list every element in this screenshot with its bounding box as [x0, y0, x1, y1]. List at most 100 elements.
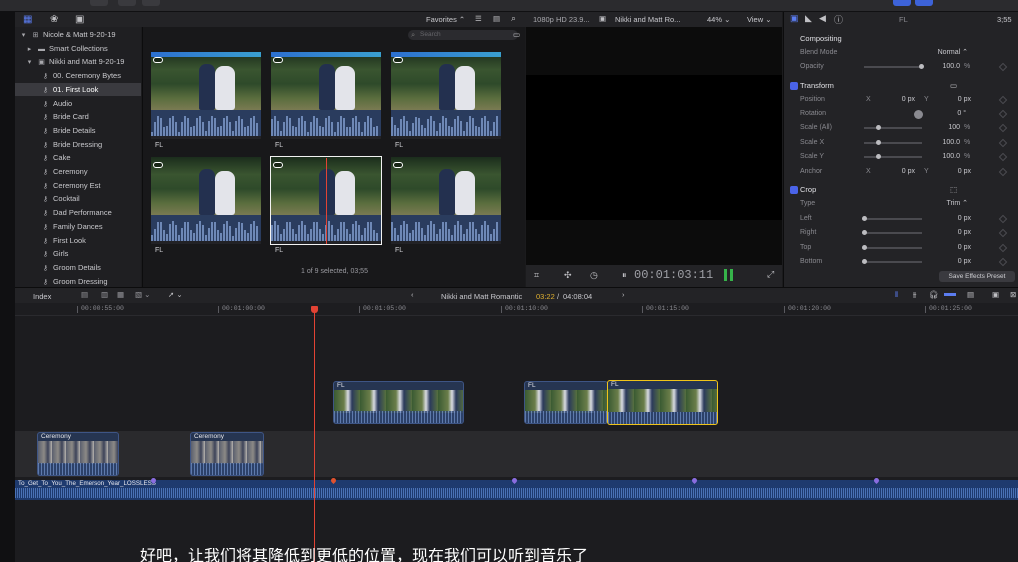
enhance-icon[interactable]: ✣: [564, 270, 572, 281]
keyframe-button[interactable]: [998, 167, 1008, 177]
anchor-x-value[interactable]: 0 px: [880, 165, 915, 179]
library-item[interactable]: ⚷ 01. First Look: [15, 82, 141, 97]
library-item[interactable]: ⚷ Dad Performance: [15, 206, 141, 220]
scale-all-knob[interactable]: [876, 125, 881, 130]
library-item[interactable]: ⚷ Family Dances: [15, 220, 141, 234]
save-effects-preset-button[interactable]: Save Effects Preset: [939, 271, 1015, 282]
transform-checkbox[interactable]: [790, 82, 798, 90]
scale-x-slider[interactable]: [864, 140, 922, 145]
effects-browser-icon[interactable]: ▣: [992, 290, 999, 299]
search-icon[interactable]: ⌕: [511, 13, 516, 24]
crop-bottom-knob[interactable]: [862, 259, 867, 264]
browser-clip[interactable]: FL: [271, 52, 381, 149]
list-view-icon[interactable]: ☰: [475, 14, 482, 23]
library-item[interactable]: ⚷ Cocktail: [15, 192, 141, 206]
video-inspector-icon[interactable]: ▣: [790, 13, 799, 24]
connected-clip[interactable]: FL: [524, 381, 608, 424]
library-item[interactable]: ⚷ Girls: [15, 247, 141, 261]
connected-clip[interactable]: FL: [333, 381, 464, 424]
crop-top-knob[interactable]: [862, 245, 867, 250]
clip-appearance-icon[interactable]: ▤: [493, 14, 500, 23]
library-item[interactable]: ⚷ 00. Ceremony Bytes: [15, 69, 141, 83]
library-item[interactable]: ⚷ First Look: [15, 234, 141, 248]
viewer-format[interactable]: 1080p HD 23.9...: [533, 15, 590, 24]
library-item[interactable]: ▸ ▬ Smart Collections: [15, 42, 141, 56]
crop-right-value[interactable]: 0 px: [929, 226, 971, 240]
transform-section[interactable]: Transform ▭: [784, 79, 1018, 93]
audio-inspector-icon[interactable]: ◀: [819, 13, 826, 24]
library-item[interactable]: ⚷ Ceremony Est: [15, 179, 141, 193]
toolbar-button[interactable]: [142, 0, 160, 6]
position-x-value[interactable]: 0 px: [880, 93, 915, 107]
library-item[interactable]: ⚷ Ceremony: [15, 165, 141, 179]
browser-clip[interactable]: FL: [151, 52, 261, 149]
opacity-value[interactable]: 100.0: [924, 60, 960, 74]
library-root[interactable]: ▾ ⊞ Nicole & Matt 9-20-19: [15, 28, 141, 42]
rotation-value[interactable]: 0 °: [929, 107, 966, 121]
toolbar-button[interactable]: [118, 0, 136, 6]
toolbar-button[interactable]: [90, 0, 108, 6]
connected-clip-selected[interactable]: FL: [607, 380, 718, 425]
crop-bottom-value[interactable]: 0 px: [929, 255, 971, 269]
zoom-menu[interactable]: 44% ⌄: [707, 15, 730, 24]
rotation-dial[interactable]: [914, 110, 923, 119]
keyframe-button[interactable]: [998, 243, 1008, 253]
scale-all-value[interactable]: 100: [924, 121, 960, 135]
select-tool-icon[interactable]: ➚ ⌄: [168, 290, 183, 299]
crop-right-slider[interactable]: [862, 230, 922, 235]
blend-mode-select[interactable]: Normal ⌃: [914, 46, 968, 60]
keyframe-button[interactable]: [998, 257, 1008, 267]
disclosure-closed-icon[interactable]: ▸: [25, 43, 34, 57]
edit-mode-icon[interactable]: ▧ ⌄: [135, 290, 150, 299]
anchor-y-value[interactable]: 0 px: [934, 165, 971, 179]
crop-type-select[interactable]: Trim ⌃: [924, 197, 968, 211]
speed-icon[interactable]: ◷: [590, 270, 598, 281]
browser-clip[interactable]: FL: [391, 157, 501, 254]
library-item[interactable]: ⚷ Cake: [15, 151, 141, 165]
scale-y-slider[interactable]: [864, 154, 922, 159]
skimming-icon[interactable]: ⫴: [895, 290, 898, 300]
scale-x-knob[interactable]: [876, 140, 881, 145]
index-button[interactable]: Index: [33, 292, 51, 301]
insert-clip-icon[interactable]: ▥: [101, 290, 108, 299]
crop-checkbox[interactable]: [790, 186, 798, 194]
primary-clip-ceremony[interactable]: Ceremony: [37, 432, 119, 476]
opacity-slider[interactable]: [864, 64, 924, 69]
snapping-icon[interactable]: [944, 293, 956, 296]
viewer-canvas[interactable]: ⌗ ✣ ◷ ⏸ 00:01:03:11 ⤢: [526, 27, 782, 287]
overwrite-clip-icon[interactable]: ▦: [117, 290, 124, 299]
keyframe-button[interactable]: [998, 109, 1008, 119]
library-item[interactable]: ▾ ▣ Nikki and Matt 9-20-19: [15, 55, 141, 69]
keyframe-button[interactable]: [998, 214, 1008, 224]
browser-clip[interactable]: FL: [151, 157, 261, 254]
fullscreen-icon[interactable]: ⤢: [767, 269, 774, 280]
keyframe-button[interactable]: [998, 138, 1008, 148]
library-item[interactable]: ⚷ Groom Dressing: [15, 275, 141, 287]
crop-top-value[interactable]: 0 px: [929, 241, 971, 255]
info-inspector-icon[interactable]: ⓘ: [834, 13, 843, 26]
crop-right-knob[interactable]: [862, 230, 867, 235]
forward-icon[interactable]: ›: [622, 290, 625, 299]
compositing-section[interactable]: Compositing: [784, 32, 1018, 46]
clip-appearance-timeline-icon[interactable]: ▤: [967, 290, 974, 299]
library-item[interactable]: ⚷ Bride Details: [15, 124, 141, 138]
keyframe-button[interactable]: [998, 228, 1008, 238]
crop-top-slider[interactable]: [862, 245, 922, 250]
toolbar-button-active[interactable]: [915, 0, 933, 6]
crop-onscreen-icon[interactable]: ⬚: [950, 183, 957, 197]
library-item[interactable]: ⚷ Bride Card: [15, 110, 141, 124]
timeline-ruler[interactable]: 00:00:55:00 00:01:00:00 00:01:05:00 00:01:1…: [15, 303, 1018, 316]
color-inspector-icon[interactable]: ◣: [805, 13, 812, 24]
scale-y-knob[interactable]: [876, 154, 881, 159]
view-menu[interactable]: View ⌄: [747, 15, 772, 24]
music-clip[interactable]: To_Get_To_You_The_Emerson_Year_LOSSLESS: [15, 480, 1018, 500]
timecode-display[interactable]: 00:01:03:11: [634, 268, 713, 282]
audio-skimming-icon[interactable]: ⫵: [913, 290, 916, 300]
crop-section[interactable]: Crop ⬚: [784, 183, 1018, 197]
position-y-value[interactable]: 0 px: [934, 93, 971, 107]
favorites-filter[interactable]: Favorites ⌃: [426, 15, 465, 24]
keyframe-button[interactable]: [998, 123, 1008, 133]
crop-left-value[interactable]: 0 px: [929, 212, 971, 226]
transitions-browser-icon[interactable]: ⊠: [1010, 290, 1016, 299]
keyframe-button[interactable]: [998, 95, 1008, 105]
